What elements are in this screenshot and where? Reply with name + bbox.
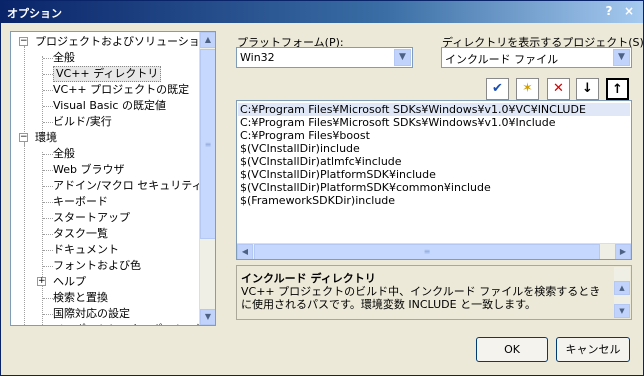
tree-line: [43, 170, 53, 171]
collapse-icon[interactable]: −: [19, 133, 28, 142]
tree-item[interactable]: プロジェクトおよびソリューション: [35, 34, 201, 50]
platform-select[interactable]: Win32 ▼: [236, 47, 413, 68]
tree-line: [43, 266, 53, 267]
window-title: オプション: [7, 7, 62, 20]
tree-vertical-scrollbar[interactable]: ▲ ≡ ▼: [199, 32, 215, 325]
tree-item[interactable]: フォントおよび色: [53, 258, 141, 274]
tree-item[interactable]: 全般: [53, 50, 75, 66]
tree-item[interactable]: VC++ ディレクトリ: [53, 66, 162, 82]
directory-item[interactable]: $(VCInstallDir)PlatformSDK¥common¥includ…: [240, 181, 491, 194]
tree-item[interactable]: スタートアップ: [53, 210, 130, 226]
tree-item[interactable]: アドイン/マクロ セキュリティ: [53, 178, 201, 194]
tree-line: [43, 154, 53, 155]
tree-line: [43, 250, 53, 251]
tree-line: [24, 142, 25, 325]
description-title: インクルード ディレクトリ: [241, 272, 376, 285]
tree-line: [43, 298, 53, 299]
cancel-button[interactable]: キャンセル: [556, 337, 630, 362]
dirtype-select[interactable]: インクルード ファイル ▼: [441, 47, 632, 68]
tree-line: [43, 202, 53, 203]
tree-item[interactable]: 検索と置換: [53, 290, 108, 306]
directory-item[interactable]: C:¥Program Files¥Microsoft SDKs¥Windows¥…: [240, 116, 556, 129]
check-icon[interactable]: ✔: [486, 78, 509, 100]
description-panel: インクルード ディレクトリ VC++ プロジェクトのビルド中、インクルード ファ…: [236, 265, 632, 320]
move-up-icon[interactable]: ↑: [606, 78, 629, 100]
tree-item[interactable]: ドキュメント: [53, 242, 119, 258]
chevron-down-icon[interactable]: ▼: [394, 49, 411, 66]
options-dialog: オプション ? × − プロジェクトおよびソリューション 全般 VC++ ディレクトリ…: [0, 0, 644, 376]
tree-item[interactable]: Visual Basic の既定値: [53, 98, 166, 114]
scroll-up-arrow-icon[interactable]: ▲: [200, 32, 215, 48]
tree-line: [43, 90, 53, 91]
tree-item[interactable]: インポートとエクスポートの設定: [53, 322, 201, 325]
close-button[interactable]: ×: [621, 4, 637, 19]
scroll-left-arrow-icon[interactable]: ◀: [237, 244, 253, 259]
expand-icon[interactable]: +: [37, 277, 46, 286]
tree-line: [43, 106, 53, 107]
collapse-icon[interactable]: −: [19, 37, 28, 46]
delete-icon[interactable]: ✕: [547, 78, 570, 100]
scroll-down-arrow-icon[interactable]: ▼: [614, 304, 630, 318]
tree-line: [43, 218, 53, 219]
scroll-thumb[interactable]: ≡: [200, 49, 215, 239]
chevron-down-icon[interactable]: ▼: [613, 49, 630, 66]
tree-line: [24, 46, 25, 146]
tree-content: − プロジェクトおよびソリューション 全般 VC++ ディレクトリ VC++ プロジェク…: [11, 32, 201, 325]
tree-item[interactable]: キーボード: [53, 194, 108, 210]
tree-line: [43, 314, 53, 315]
title-bar[interactable]: オプション ? ×: [1, 1, 643, 23]
directory-item[interactable]: $(VCInstallDir)include: [240, 142, 360, 155]
dirtype-value: インクルード ファイル: [445, 53, 559, 66]
tree-item[interactable]: 国際対応の設定: [53, 306, 130, 322]
ok-button[interactable]: OK: [476, 337, 548, 362]
tree-item[interactable]: ビルド/実行: [53, 114, 112, 130]
tree-line: [43, 186, 53, 187]
directory-item[interactable]: C:¥Program Files¥boost: [240, 129, 370, 142]
directory-horizontal-scrollbar[interactable]: ◀ ≡ ▶: [237, 243, 631, 259]
directory-item[interactable]: C:¥Program Files¥Microsoft SDKs¥Windows¥…: [238, 103, 630, 116]
directory-list[interactable]: C:¥Program Files¥Microsoft SDKs¥Windows¥…: [236, 100, 632, 260]
tree-line: [42, 152, 43, 325]
tree-line: [43, 74, 53, 75]
directory-item[interactable]: $(FrameworkSDKDir)include: [240, 194, 395, 207]
directory-item[interactable]: $(VCInstallDir)atlmfc¥include: [240, 155, 402, 168]
tree-item[interactable]: Web ブラウザ: [53, 162, 124, 178]
description-body: VC++ プロジェクトのビルド中、インクルード ファイルを検索するときに使用され…: [241, 285, 601, 311]
tree-item[interactable]: 全般: [53, 146, 75, 162]
tree-item[interactable]: VC++ プロジェクトの既定: [53, 82, 189, 98]
options-tree[interactable]: − プロジェクトおよびソリューション 全般 VC++ ディレクトリ VC++ プロジェク…: [10, 31, 216, 326]
tree-item[interactable]: 環境: [35, 130, 57, 146]
scroll-down-arrow-icon[interactable]: ▼: [200, 309, 215, 325]
platform-value: Win32: [240, 51, 275, 64]
directory-item[interactable]: $(VCInstallDir)PlatformSDK¥include: [240, 168, 436, 181]
tree-line: [43, 234, 53, 235]
tree-item[interactable]: タスク一覧: [53, 226, 108, 242]
scroll-thumb[interactable]: ≡: [254, 244, 600, 259]
tree-line: [43, 58, 53, 59]
tree-line: [43, 122, 53, 123]
tree-item[interactable]: ヘルプ: [53, 274, 86, 290]
scroll-right-arrow-icon[interactable]: ▶: [615, 244, 631, 259]
move-down-icon[interactable]: ↓: [576, 78, 599, 100]
help-button[interactable]: ?: [601, 4, 617, 19]
scroll-up-arrow-icon[interactable]: ▲: [614, 281, 630, 295]
new-folder-icon[interactable]: ✶: [516, 78, 539, 100]
description-scrollbar[interactable]: ▲ ▼: [614, 267, 630, 318]
